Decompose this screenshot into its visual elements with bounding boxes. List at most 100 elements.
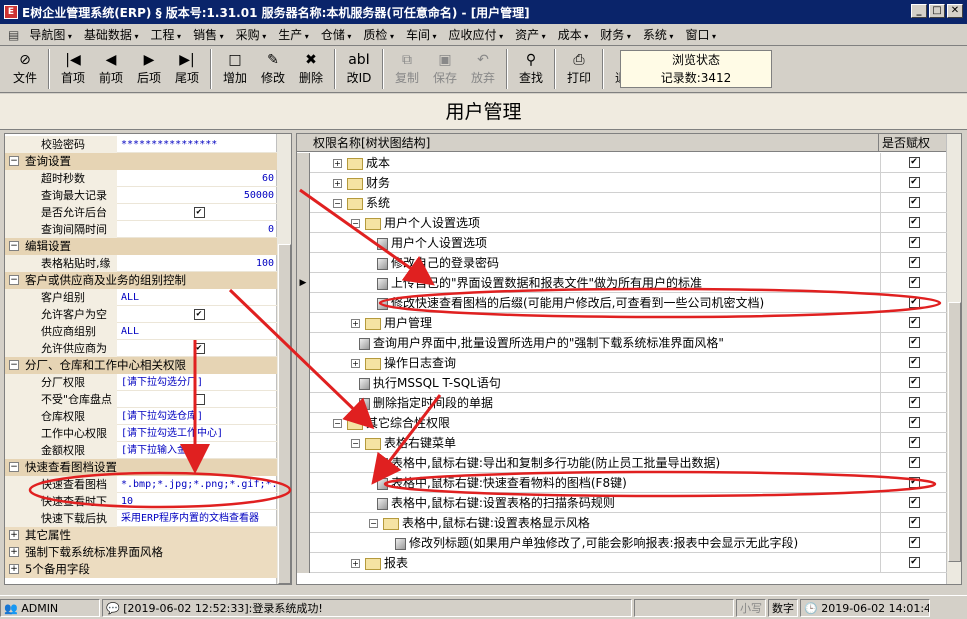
expand-icon[interactable]: + xyxy=(351,359,360,368)
tree-node[interactable]: 用户个人设置选项 xyxy=(377,233,487,253)
column-permission-name[interactable]: 权限名称[树状图结构] xyxy=(311,134,879,152)
granted-cell[interactable]: ✔ xyxy=(880,353,947,373)
property-row[interactable]: 表格粘贴时,缘 100 xyxy=(5,255,277,272)
checkbox[interactable] xyxy=(193,393,205,405)
property-row[interactable]: 客户组别 ALL xyxy=(5,289,277,306)
menu-item[interactable]: 车间 xyxy=(400,25,443,45)
granted-cell[interactable]: ✔ xyxy=(880,173,947,193)
granted-cell[interactable]: ✔ xyxy=(880,253,947,273)
property-value[interactable]: 0 xyxy=(118,221,277,238)
checkbox[interactable]: ✔ xyxy=(908,257,920,268)
tree-node[interactable]: 执行MSSQL T-SQL语句 xyxy=(359,373,501,393)
tree-node[interactable]: 修改列标题(如果用户单独修改了,可能会影响报表:报表中会显示无此字段) xyxy=(395,533,798,553)
tree-row[interactable]: + 操作日志查询 ✔ xyxy=(297,353,947,373)
menu-item[interactable]: 资产 xyxy=(509,25,552,45)
granted-cell[interactable]: ✔ xyxy=(880,493,947,513)
property-value[interactable]: 60 xyxy=(118,170,277,187)
property-value[interactable]: [请下拉勾选工作中心] xyxy=(118,425,277,442)
scroll-thumb[interactable] xyxy=(948,302,961,562)
tree-row[interactable]: + 用户管理 ✔ xyxy=(297,313,947,333)
expand-icon[interactable]: − xyxy=(333,199,342,208)
property-row[interactable]: 允许供应商为 ✔ xyxy=(5,340,277,357)
menu-item[interactable]: 工程 xyxy=(145,25,188,45)
tree-row[interactable]: 表格中,鼠标右键:设置表格的扫描条码规则 ✔ xyxy=(297,493,947,513)
toolbar-button[interactable]: |◀ 首项 xyxy=(54,47,92,91)
tree-node[interactable]: − 系统 xyxy=(333,193,390,213)
tree-node[interactable]: − 表格右键菜单 xyxy=(351,433,456,453)
property-group[interactable]: +5个备用字段 xyxy=(5,561,277,578)
toolbar-button[interactable]: ⚲ 查找 xyxy=(512,47,550,91)
expand-toggle-icon[interactable]: − xyxy=(9,360,19,370)
checkbox[interactable]: ✔ xyxy=(908,477,920,488)
toolbar-button[interactable]: ◀ 前项 xyxy=(92,47,130,91)
expand-icon[interactable]: + xyxy=(333,179,342,188)
menu-item[interactable]: 窗口 xyxy=(679,25,722,45)
property-group[interactable]: − 查询设置 xyxy=(5,153,277,170)
menu-item[interactable]: 应收应付 xyxy=(443,25,510,45)
checkbox[interactable]: ✔ xyxy=(193,342,205,354)
expand-toggle-icon[interactable]: − xyxy=(9,156,19,166)
property-value[interactable] xyxy=(118,391,277,408)
granted-cell[interactable]: ✔ xyxy=(880,193,947,213)
toolbar-button[interactable]: ✎ 修改 xyxy=(254,47,292,91)
tree-node[interactable]: 修改自己的登录密码 xyxy=(377,253,499,273)
tree-node[interactable]: + 用户管理 xyxy=(351,313,432,333)
tree-row[interactable]: 表格中,鼠标右键:导出和复制多行功能(防止员工批量导出数据) ✔ xyxy=(297,453,947,473)
tree-node[interactable]: + 报表 xyxy=(351,553,408,573)
property-row[interactable]: 是否允许后台 ✔ xyxy=(5,204,277,221)
granted-cell[interactable]: ✔ xyxy=(880,313,947,333)
tree-node[interactable]: 上传自己的"界面设置数据和报表文件"做为所有用户的标准 xyxy=(377,273,702,293)
toolbar-button[interactable]: ⎙ 打印 xyxy=(560,47,598,91)
tree-row[interactable]: − 用户个人设置选项 ✔ xyxy=(297,213,947,233)
tree-row[interactable]: + 报表 ✔ xyxy=(297,553,947,573)
property-row[interactable]: 快速查看图档 *.bmp;*.jpg;*.png;*.gif;*. xyxy=(5,476,277,493)
expand-toggle-icon[interactable]: + xyxy=(9,564,19,574)
checkbox[interactable]: ✔ xyxy=(908,237,920,248)
tree-node[interactable]: 查询用户界面中,批量设置所选用户的"强制下载系统标准界面风格" xyxy=(359,333,724,353)
property-row[interactable]: 快速下载后执 采用ERP程序内置的文档查看器 xyxy=(5,510,277,527)
granted-cell[interactable]: ✔ xyxy=(880,393,947,413)
tree-row[interactable]: + 财务 ✔ xyxy=(297,173,947,193)
property-value[interactable]: [请下拉勾选分厂] xyxy=(118,374,277,391)
close-button[interactable]: ✕ xyxy=(947,4,963,18)
property-row[interactable]: 分厂权限 [请下拉勾选分厂] xyxy=(5,374,277,391)
property-value[interactable]: ✔ xyxy=(118,340,277,357)
property-row[interactable]: 查询间隔时间 0 xyxy=(5,221,277,238)
tree-row[interactable]: − 表格中,鼠标右键:设置表格显示风格 ✔ xyxy=(297,513,947,533)
granted-cell[interactable]: ✔ xyxy=(880,433,947,453)
granted-cell[interactable]: ✔ xyxy=(880,153,947,173)
checkbox[interactable]: ✔ xyxy=(908,197,920,208)
minimize-button[interactable]: _ xyxy=(911,4,927,18)
property-value[interactable]: [请下拉输入金额] xyxy=(118,442,277,459)
granted-cell[interactable]: ✔ xyxy=(880,413,947,433)
tree-row[interactable]: 查询用户界面中,批量设置所选用户的"强制下载系统标准界面风格" ✔ xyxy=(297,333,947,353)
checkbox[interactable]: ✔ xyxy=(908,437,920,448)
tree-node[interactable]: + 操作日志查询 xyxy=(351,353,456,373)
toolbar-button[interactable]: ⊘ 文件 xyxy=(6,47,44,91)
property-group[interactable]: − 分厂、仓库和工作中心相关权限 xyxy=(5,357,277,374)
menu-item[interactable]: 成本 xyxy=(552,25,595,45)
granted-cell[interactable]: ✔ xyxy=(880,373,947,393)
tree-row[interactable]: − 表格右键菜单 ✔ xyxy=(297,433,947,453)
menu-item[interactable]: 采购 xyxy=(230,25,273,45)
checkbox[interactable]: ✔ xyxy=(908,297,920,308)
expand-toggle-icon[interactable]: + xyxy=(9,530,19,540)
property-value[interactable]: ALL xyxy=(118,323,277,340)
menu-item[interactable]: 系统 xyxy=(637,25,680,45)
toolbar-button[interactable]: abI 改ID xyxy=(340,47,378,91)
property-row[interactable]: 供应商组别 ALL xyxy=(5,323,277,340)
checkbox[interactable]: ✔ xyxy=(908,337,920,348)
granted-cell[interactable]: ✔ xyxy=(880,553,947,573)
granted-cell[interactable]: ✔ xyxy=(880,473,947,493)
expand-icon[interactable]: − xyxy=(369,519,378,528)
tree-row[interactable]: 修改快速查看图档的后缀(可能用户修改后,可查看到一些公司机密文档) ✔ xyxy=(297,293,947,313)
tree-node[interactable]: + 财务 xyxy=(333,173,390,193)
menu-item[interactable]: 财务 xyxy=(594,25,637,45)
grid-scrollbar[interactable] xyxy=(946,134,961,584)
tree-node[interactable]: + 成本 xyxy=(333,153,390,173)
property-group[interactable]: − 快速查看图档设置 xyxy=(5,459,277,476)
tree-node[interactable]: 修改快速查看图档的后缀(可能用户修改后,可查看到一些公司机密文档) xyxy=(377,293,764,313)
tree-row[interactable]: 用户个人设置选项 ✔ xyxy=(297,233,947,253)
property-group[interactable]: + 强制下载系统标准界面风格 xyxy=(5,544,277,561)
property-value[interactable]: 10 xyxy=(118,493,277,510)
